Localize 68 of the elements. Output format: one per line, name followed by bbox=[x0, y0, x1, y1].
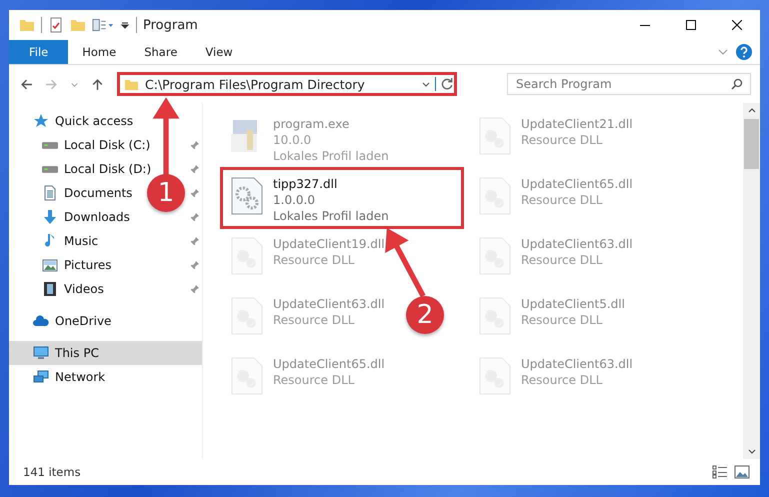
file-name: UpdateClient63.dll bbox=[521, 236, 633, 252]
sidebar-item[interactable]: Quick access bbox=[9, 109, 138, 133]
file-name: UpdateClient5.dll bbox=[521, 296, 625, 312]
file-detail: Resource DLL bbox=[273, 252, 356, 268]
item-count: 141 items bbox=[23, 465, 81, 479]
drive-icon bbox=[42, 166, 58, 172]
large-icons-view-icon[interactable] bbox=[734, 465, 750, 479]
sidebar-item[interactable]: Documents bbox=[9, 181, 136, 205]
window-title: Program bbox=[143, 18, 198, 32]
search-field[interactable]: Search Program bbox=[507, 73, 751, 95]
document-icon bbox=[42, 185, 58, 201]
file-detail: Resource DLL bbox=[521, 252, 604, 268]
file-detail: Resource DLL bbox=[521, 132, 604, 148]
search-icon bbox=[731, 78, 743, 90]
expand-ribbon-icon[interactable] bbox=[718, 47, 728, 57]
scrollbar-thumb[interactable] bbox=[744, 119, 759, 169]
film-icon bbox=[42, 281, 58, 297]
checklist-icon[interactable] bbox=[48, 17, 64, 33]
file-detail: Lokales Profil laden bbox=[273, 148, 389, 164]
file-detail: 10.0.0 bbox=[273, 132, 312, 148]
address-bar[interactable]: C:\Program Files\Program Directory bbox=[117, 72, 457, 96]
file-detail: Resource DLL bbox=[273, 312, 356, 328]
file-detail: Lokales Profil laden bbox=[273, 208, 389, 224]
ribbon-tab[interactable]: View bbox=[191, 40, 247, 64]
file-item[interactable]: tipp327.dll 1.0.0.0 Lokales Profil laden bbox=[220, 167, 464, 229]
sidebar-item[interactable]: Videos bbox=[9, 277, 108, 301]
file-name: UpdateClient65.dll bbox=[273, 356, 385, 372]
ribbon-tab[interactable]: File bbox=[9, 40, 68, 64]
file-name: UpdateClient63.dll bbox=[521, 356, 633, 372]
file-detail: Resource DLL bbox=[273, 372, 356, 388]
picture-icon bbox=[42, 257, 58, 273]
file-name: UpdateClient19.dll bbox=[273, 236, 385, 252]
sidebar-item[interactable]: Network bbox=[9, 365, 110, 389]
minimize-icon bbox=[640, 24, 650, 26]
ribbon-tab[interactable]: Home bbox=[68, 40, 130, 64]
file-name: tipp327.dll bbox=[273, 176, 338, 192]
refresh-icon[interactable] bbox=[435, 77, 454, 91]
maximize-icon bbox=[686, 20, 696, 30]
file-detail: Resource DLL bbox=[521, 372, 604, 388]
properties-icon[interactable] bbox=[92, 17, 114, 33]
help-icon[interactable] bbox=[736, 44, 752, 60]
sidebar-item[interactable]: Local Disk (C:) bbox=[9, 133, 154, 157]
star-icon bbox=[33, 113, 49, 129]
drive-icon bbox=[42, 142, 58, 148]
sidebar-item[interactable]: Pictures bbox=[9, 253, 116, 277]
sidebar-item[interactable]: OneDrive bbox=[9, 309, 116, 333]
sidebar-item[interactable]: Music bbox=[9, 229, 102, 253]
ribbon-tab[interactable]: Share bbox=[130, 40, 192, 64]
sidebar-item[interactable]: Downloads bbox=[9, 205, 134, 229]
details-view-icon[interactable] bbox=[712, 465, 728, 479]
file-name: UpdateClient63.dll bbox=[273, 296, 385, 312]
close-icon bbox=[732, 20, 742, 30]
back-arrow-icon[interactable] bbox=[20, 78, 33, 90]
sidebar-item[interactable]: This PC bbox=[9, 341, 202, 365]
download-arrow-icon bbox=[42, 209, 58, 225]
file-name: UpdateClient65.dll bbox=[521, 176, 633, 192]
monitor-icon bbox=[33, 345, 49, 361]
file-detail: Resource DLL bbox=[521, 312, 604, 328]
network-icon bbox=[33, 369, 49, 385]
file-detail: 1.0.0.0 bbox=[273, 192, 316, 208]
cloud-icon bbox=[33, 313, 49, 329]
customize-caret-icon[interactable] bbox=[120, 20, 130, 30]
up-arrow-icon[interactable] bbox=[91, 78, 104, 90]
file-name: UpdateClient21.dll bbox=[521, 116, 633, 132]
file-name: program.exe bbox=[273, 116, 350, 132]
step-number-badge: 2 bbox=[406, 296, 444, 334]
file-detail: Resource DLL bbox=[521, 192, 604, 208]
step-number-badge: 1 bbox=[147, 174, 185, 212]
